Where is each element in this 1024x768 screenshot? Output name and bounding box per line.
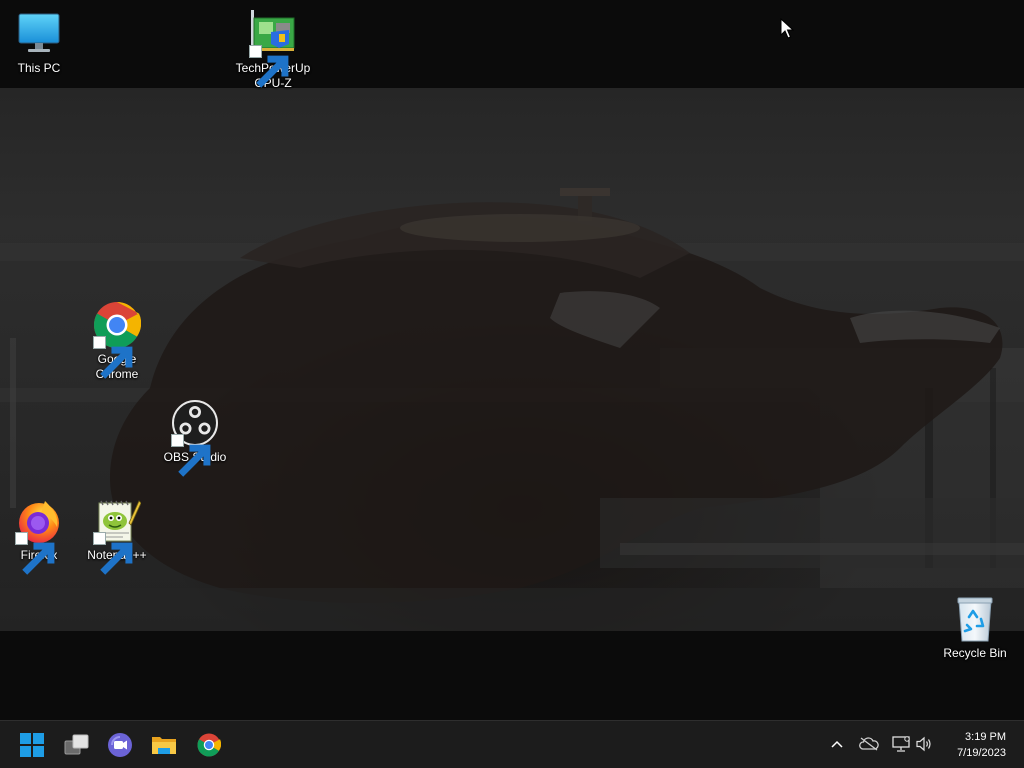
desktop-icon-this-pc[interactable]: This PC: [0, 10, 78, 76]
mouse-cursor-icon: [780, 18, 794, 39]
start-icon: [20, 733, 44, 757]
start-button[interactable]: [14, 727, 50, 763]
file-explorer-icon: [152, 737, 176, 754]
desktop-icon-firefox[interactable]: Firefox: [0, 497, 78, 575]
volume-icon: [916, 736, 931, 752]
shortcut-arrow-icon: [171, 434, 211, 477]
chrome-icon: [93, 301, 141, 379]
volume-button[interactable]: [913, 733, 935, 755]
desktop-icon-gpu-z[interactable]: TechPowerUp GPU-Z: [234, 10, 312, 91]
shortcut-arrow-icon: [93, 532, 133, 575]
notepadpp-icon: [93, 497, 141, 575]
desktop-icon-label: Recycle Bin: [943, 646, 1007, 660]
shortcut-arrow-icon: [93, 336, 133, 379]
recycle-bin-icon: [951, 595, 999, 643]
firefox-icon: [15, 497, 63, 575]
network-button[interactable]: [890, 733, 912, 755]
chrome-taskbar-button[interactable]: [191, 727, 227, 763]
desktop-icon-obs-studio[interactable]: OBS Studio: [156, 399, 234, 477]
desktop-icon-label: This PC: [17, 61, 61, 75]
desktop-icon-recycle-bin[interactable]: Recycle Bin: [936, 595, 1014, 661]
shortcut-arrow-icon: [249, 45, 289, 88]
chrome-icon: [197, 733, 221, 757]
task-view-button[interactable]: [59, 727, 95, 763]
taskbar: 3:19 PM 7/19/2023: [0, 720, 1024, 768]
this-pc-icon: [15, 10, 63, 58]
desktop-icon-notepad-plus-plus[interactable]: Notepad++: [78, 497, 156, 575]
teams-chat-icon: [108, 733, 132, 757]
chat-button[interactable]: [102, 727, 138, 763]
taskbar-clock[interactable]: 3:19 PM 7/19/2023: [936, 729, 1006, 761]
task-view-icon: [64, 734, 89, 755]
onedrive-button[interactable]: [858, 733, 880, 755]
gpu-z-icon: [249, 10, 297, 88]
clock-time: 3:19 PM: [965, 731, 1006, 743]
network-icon: [892, 736, 910, 752]
file-explorer-button[interactable]: [146, 727, 182, 763]
shortcut-arrow-icon: [15, 532, 55, 575]
wallpaper-dark-band: [0, 631, 1024, 720]
clock-date: 7/19/2023: [957, 747, 1006, 759]
show-hidden-icons-button[interactable]: [826, 733, 848, 755]
obs-icon: [171, 399, 219, 477]
onedrive-offline-icon: [859, 737, 879, 751]
desktop-icon-google-chrome[interactable]: Google Chrome: [78, 301, 156, 382]
chevron-up-icon: [831, 740, 843, 748]
